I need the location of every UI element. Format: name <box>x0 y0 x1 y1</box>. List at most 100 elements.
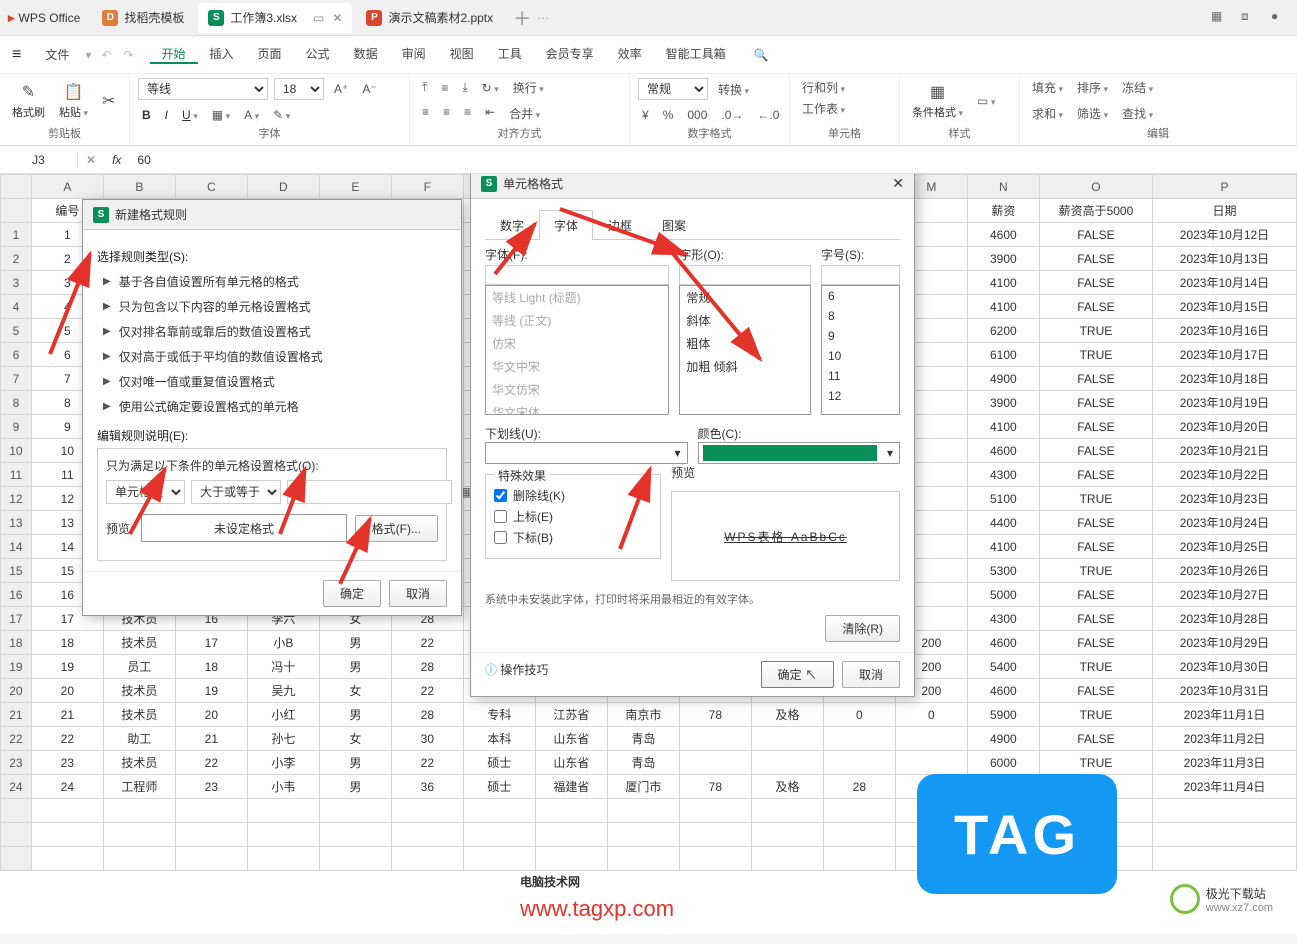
row-header[interactable]: 4 <box>1 295 32 319</box>
cell[interactable]: 6000 <box>967 751 1039 775</box>
color-select[interactable]: ▾ <box>698 442 901 464</box>
clear-button[interactable]: 清除(R) <box>825 615 900 642</box>
freeze-button[interactable]: 冻结 <box>1118 78 1157 97</box>
cell[interactable]: TRUE <box>1039 703 1152 727</box>
menu-视图[interactable]: 视图 <box>438 45 486 64</box>
row-header[interactable]: 3 <box>1 271 32 295</box>
col-header[interactable]: E <box>319 175 391 199</box>
row-header[interactable]: 23 <box>1 751 32 775</box>
col-header[interactable]: O <box>1039 175 1152 199</box>
dlg2-ok-button[interactable]: 确定 ↖ <box>761 661 834 688</box>
hamburger-icon[interactable]: ≡ <box>12 46 21 64</box>
row-header[interactable]: 1 <box>1 223 32 247</box>
worksheet-button[interactable]: 工作表 <box>798 99 849 118</box>
cell[interactable]: 18 <box>175 655 247 679</box>
cell[interactable]: 技术员 <box>103 703 175 727</box>
list-option[interactable]: 常规 <box>680 286 810 309</box>
cell[interactable]: TRUE <box>1039 487 1152 511</box>
dec-font-icon[interactable]: A⁻ <box>358 81 380 97</box>
align-center-icon[interactable]: ≡ <box>439 104 454 123</box>
list-option[interactable]: 斜体 <box>680 309 810 332</box>
cell[interactable]: 小红 <box>247 703 319 727</box>
cell[interactable]: FALSE <box>1039 463 1152 487</box>
row-header[interactable]: 21 <box>1 703 32 727</box>
cell[interactable]: 20 <box>31 679 103 703</box>
cellfmt-tab-边框[interactable]: 边框 <box>593 210 647 240</box>
cell[interactable]: 22 <box>31 727 103 751</box>
cell[interactable]: 技术员 <box>103 751 175 775</box>
cell[interactable]: 5100 <box>967 487 1039 511</box>
doc-tab[interactable]: P演示文稿素材2.pptx <box>356 3 503 33</box>
row-header[interactable]: 7 <box>1 367 32 391</box>
layout-icon[interactable]: ▦ <box>1211 9 1229 27</box>
menu-效率[interactable]: 效率 <box>606 45 654 64</box>
cell[interactable]: 4900 <box>967 367 1039 391</box>
cell[interactable]: 女 <box>319 727 391 751</box>
row-header[interactable]: 19 <box>1 655 32 679</box>
cell[interactable]: 工程师 <box>103 775 175 799</box>
cell[interactable]: 4600 <box>967 223 1039 247</box>
cell[interactable]: 南京市 <box>607 703 679 727</box>
cell[interactable]: 3900 <box>967 391 1039 415</box>
cell[interactable]: 78 <box>679 775 751 799</box>
cell[interactable]: 2023年10月21日 <box>1152 439 1296 463</box>
list-option[interactable]: 加粗 倾斜 <box>680 355 810 378</box>
cell[interactable]: 22 <box>391 631 463 655</box>
align-right-icon[interactable]: ≡ <box>460 104 475 123</box>
menu-智能工具箱[interactable]: 智能工具箱 <box>654 45 738 64</box>
row-header[interactable]: 2 <box>1 247 32 271</box>
dec-inc-icon[interactable]: .0→ <box>717 107 747 123</box>
cell[interactable]: 0 <box>823 703 895 727</box>
format-button[interactable]: 格式(F)... <box>355 515 438 542</box>
fontcolor-button[interactable]: A <box>240 107 263 123</box>
paste-button[interactable]: 📋粘贴 <box>55 80 92 122</box>
cell[interactable]: 冯十 <box>247 655 319 679</box>
cell[interactable]: 男 <box>319 703 391 727</box>
cube-icon[interactable]: ⧈ <box>1241 9 1259 27</box>
cell[interactable]: 2023年10月15日 <box>1152 295 1296 319</box>
list-option[interactable]: 仿宋 <box>486 332 668 355</box>
cell[interactable]: 23 <box>31 751 103 775</box>
rowcol-button[interactable]: 行和列 <box>798 78 849 97</box>
strike-checkbox[interactable]: 删除线(K) <box>494 487 652 504</box>
search-icon[interactable]: 🔍 <box>754 48 769 62</box>
cell[interactable]: 及格 <box>751 775 823 799</box>
cell[interactable] <box>751 727 823 751</box>
cell[interactable]: TRUE <box>1039 751 1152 775</box>
row-header[interactable]: 17 <box>1 607 32 631</box>
cell[interactable]: 30 <box>391 727 463 751</box>
cell[interactable]: 21 <box>175 727 247 751</box>
row-header[interactable]: 6 <box>1 343 32 367</box>
find-button[interactable]: 查找 <box>1118 104 1157 123</box>
cell[interactable]: 4100 <box>967 535 1039 559</box>
cell[interactable]: FALSE <box>1039 631 1152 655</box>
cell[interactable]: 4900 <box>967 727 1039 751</box>
col-header[interactable]: P <box>1152 175 1296 199</box>
align-left-icon[interactable]: ≡ <box>418 104 433 123</box>
cell[interactable]: 2023年10月18日 <box>1152 367 1296 391</box>
condition-op-select[interactable]: 大于或等于 <box>191 480 281 504</box>
cell[interactable]: 5900 <box>967 703 1039 727</box>
cellfmt-tab-图案[interactable]: 图案 <box>647 210 701 240</box>
cell[interactable] <box>823 751 895 775</box>
list-option[interactable]: 12 <box>822 386 899 406</box>
list-option[interactable]: 8 <box>822 306 899 326</box>
percent-icon[interactable]: % <box>659 107 678 123</box>
cell[interactable]: 技术员 <box>103 679 175 703</box>
cell[interactable]: 员工 <box>103 655 175 679</box>
orient-icon[interactable]: ↻ <box>478 80 503 96</box>
cell[interactable]: 2023年10月25日 <box>1152 535 1296 559</box>
cell[interactable]: 28 <box>391 655 463 679</box>
comma-icon[interactable]: 000 <box>683 107 711 123</box>
cell[interactable] <box>895 751 967 775</box>
cut-button[interactable]: ✂ <box>98 89 119 113</box>
cell[interactable]: 薪资 <box>967 199 1039 223</box>
cell[interactable] <box>823 727 895 751</box>
list-option[interactable]: 6 <box>822 286 899 306</box>
cell[interactable]: 2023年10月29日 <box>1152 631 1296 655</box>
cell[interactable]: 5400 <box>967 655 1039 679</box>
rule-option[interactable]: ▶仅对高于或低于平均值的数值设置格式 <box>97 344 447 369</box>
merge-button[interactable]: 合并 <box>505 104 544 123</box>
cell[interactable]: 专科 <box>463 703 535 727</box>
cell[interactable]: 男 <box>319 775 391 799</box>
